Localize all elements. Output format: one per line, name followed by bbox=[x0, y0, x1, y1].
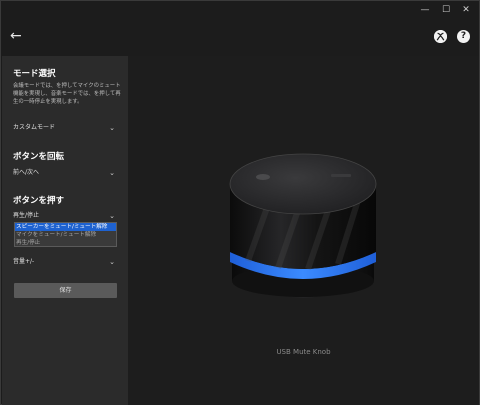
chevron-down-icon: ⌄ bbox=[109, 124, 115, 132]
mode-description: 会議モードでは、を押してマイクのミュート機能を実現し、音楽モードでは、を押して再… bbox=[13, 83, 121, 105]
xbox-glyph bbox=[434, 30, 447, 43]
back-arrow-icon[interactable]: ← bbox=[10, 28, 26, 44]
knob-indicator bbox=[256, 174, 270, 180]
settings-sidebar: モード選択 会議モードでは、を押してマイクのミュート機能を実現し、音楽モードでは… bbox=[2, 56, 128, 405]
knob-logo bbox=[331, 174, 351, 177]
press-option-play-pause[interactable]: 再生/停止 bbox=[15, 239, 116, 247]
chevron-down-icon: ⌄ bbox=[109, 169, 115, 177]
device-caption: USB Mute Knob bbox=[276, 348, 331, 356]
volume-dropdown[interactable]: 音量+/- ⌄ bbox=[13, 256, 117, 268]
press-section-title: ボタンを押す bbox=[13, 196, 65, 206]
mode-dropdown-value: カスタムモード bbox=[13, 124, 56, 131]
rotate-dropdown[interactable]: 前へ/次へ ⌄ bbox=[13, 167, 117, 179]
press-options-popup: スピーカーをミュート/ミュート解除 マイクをミュート/ミュート解除 再生/停止 bbox=[14, 222, 117, 247]
device-preview-area: USB Mute Knob bbox=[128, 56, 479, 405]
save-button[interactable]: 保存 bbox=[14, 283, 117, 298]
rotate-section-title: ボタンを回転 bbox=[13, 152, 65, 162]
app-window: — ☐ ✕ ← ? モード選択 会議モードでは、を押してマイクのミュート機能を実… bbox=[0, 0, 480, 405]
press-option-speaker-mute[interactable]: スピーカーをミュート/ミュート解除 bbox=[15, 223, 116, 231]
minimize-button[interactable]: — bbox=[415, 3, 435, 17]
rotate-dropdown-value: 前へ/次へ bbox=[13, 169, 40, 176]
header-bar: ← ? bbox=[1, 19, 479, 55]
press-dropdown-value: 再生/停止 bbox=[13, 212, 40, 219]
close-button[interactable]: ✕ bbox=[456, 3, 476, 17]
xbox-icon[interactable] bbox=[434, 30, 447, 43]
help-icon[interactable]: ? bbox=[457, 30, 470, 43]
maximize-button[interactable]: ☐ bbox=[436, 3, 456, 17]
mode-section-title: モード選択 bbox=[13, 69, 56, 79]
volume-dropdown-value: 音量+/- bbox=[13, 258, 35, 265]
mode-dropdown[interactable]: カスタムモード ⌄ bbox=[13, 122, 117, 134]
press-option-mic-mute[interactable]: マイクをミュート/ミュート解除 bbox=[15, 231, 116, 239]
chevron-down-icon: ⌄ bbox=[109, 258, 115, 266]
chevron-down-icon: ⌄ bbox=[109, 212, 115, 220]
press-dropdown[interactable]: 再生/停止 ⌄ bbox=[13, 210, 117, 222]
